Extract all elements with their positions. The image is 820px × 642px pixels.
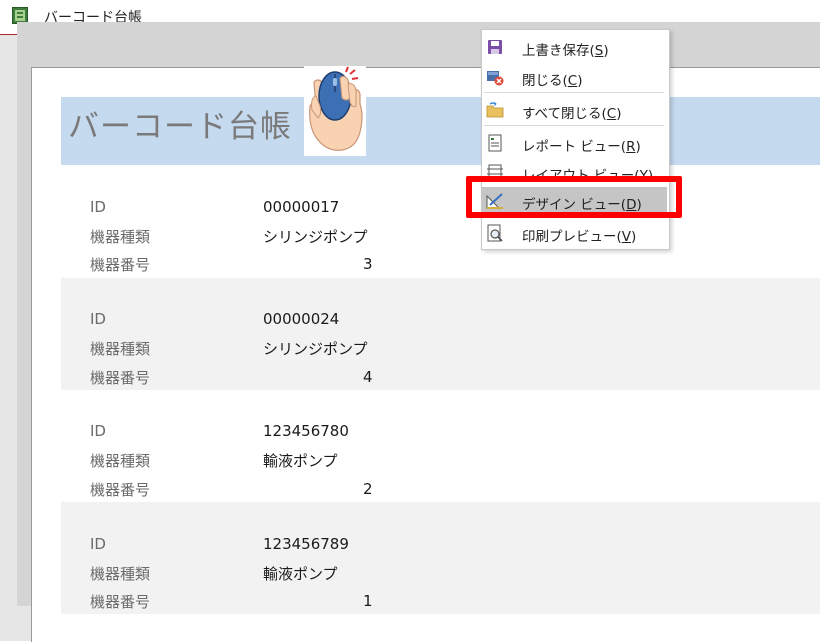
label-device-number: 機器番号 [90, 256, 151, 274]
label-device-type: 機器種類 [90, 228, 151, 246]
value-device-type: シリンジポンプ [263, 228, 368, 246]
report-record [61, 278, 820, 390]
value-device-type: 輸液ポンプ [263, 565, 338, 583]
menu-item-label: すべて閉じる(C) [522, 106, 622, 122]
label-id: ID [90, 198, 106, 216]
value-id: 123456789 [263, 535, 349, 553]
menu-separator [484, 92, 664, 93]
value-device-type: シリンジポンプ [263, 340, 368, 358]
menu-item-label: 閉じる(C) [522, 73, 583, 89]
close-all-icon [486, 102, 504, 118]
menu-item-label: レイアウト ビュー(Y) [522, 168, 654, 184]
value-device-type: 輸液ポンプ [263, 452, 338, 470]
design-view-icon [486, 193, 503, 209]
menu-item-print-preview[interactable]: 印刷プレビュー(V) [482, 219, 667, 247]
label-id: ID [90, 422, 106, 440]
menu-item-report-view[interactable]: レポート ビュー(R) [482, 129, 667, 157]
value-id: 00000017 [263, 198, 340, 216]
report-record [61, 390, 820, 502]
menu-item-label: レポート ビュー(R) [522, 139, 641, 155]
value-device-number: 4 [363, 368, 373, 386]
report-title: バーコード台帳 [68, 109, 292, 145]
report-record [61, 502, 820, 614]
label-device-number: 機器番号 [90, 593, 151, 611]
save-icon [488, 40, 502, 54]
menu-separator [484, 125, 664, 126]
menu-item-label: 印刷プレビュー(V) [522, 229, 637, 245]
label-id: ID [90, 535, 106, 553]
label-device-number: 機器番号 [90, 481, 151, 499]
label-device-type: 機器種類 [90, 452, 151, 470]
value-device-number: 2 [363, 480, 373, 498]
menu-item-close-all[interactable]: すべて閉じる(C) [482, 96, 667, 124]
label-id: ID [90, 310, 106, 328]
menu-item-label: 上書き保存(S) [522, 43, 609, 59]
menu-item-label: デザイン ビュー(D) [522, 197, 642, 213]
label-device-type: 機器種類 [90, 565, 151, 583]
report-record [61, 166, 820, 278]
menu-item-design-view[interactable]: デザイン ビュー(D) [482, 187, 667, 215]
print-preview-icon [487, 224, 503, 242]
label-device-type: 機器種類 [90, 340, 151, 358]
value-device-number: 1 [363, 592, 373, 610]
menu-item-close[interactable]: 閉じる(C) [482, 63, 667, 91]
close-document-icon [487, 71, 504, 86]
label-device-number: 機器番号 [90, 369, 151, 387]
value-id: 123456780 [263, 422, 349, 440]
value-device-number: 3 [363, 255, 373, 273]
layout-view-icon [487, 164, 503, 180]
menu-item-save[interactable]: 上書き保存(S) [482, 33, 667, 61]
report-view-icon [488, 134, 502, 152]
value-id: 00000024 [263, 310, 340, 328]
right-click-hand-icon [304, 66, 366, 156]
menu-item-layout-view[interactable]: レイアウト ビュー(Y) [482, 158, 667, 186]
